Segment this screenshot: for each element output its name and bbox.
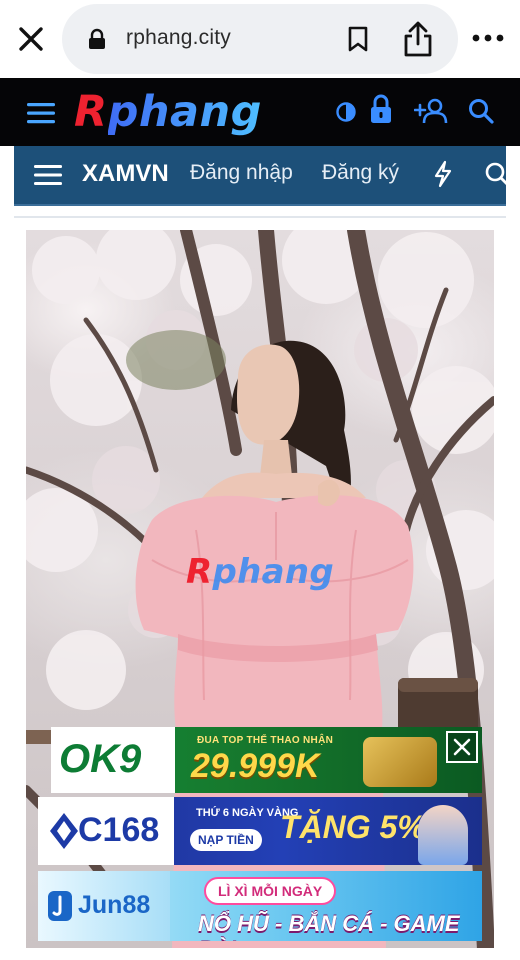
- padlock-icon[interactable]: [370, 94, 392, 124]
- ad-model-graphic: [418, 805, 468, 865]
- menu-icon[interactable]: [27, 101, 55, 125]
- lock-icon: [89, 28, 105, 49]
- ad-close-button[interactable]: [446, 731, 478, 763]
- ad-headline: NỔ HŨ - BẮN CÁ - GAME BÀI: [198, 911, 460, 941]
- bookmark-icon[interactable]: [346, 26, 370, 52]
- ad-brand: Jun88: [78, 891, 151, 919]
- add-user-icon[interactable]: [414, 98, 448, 124]
- logo-text: phang: [107, 87, 262, 137]
- diamond-icon: [50, 813, 78, 849]
- brand-mark-icon: [48, 891, 72, 921]
- search-icon[interactable]: [468, 98, 494, 124]
- page-bottom-edge: [0, 948, 520, 960]
- register-link[interactable]: Đăng ký: [322, 161, 399, 185]
- ad-headline: TẶNG 5%: [280, 809, 426, 845]
- theme-toggle-icon[interactable]: [336, 102, 356, 122]
- ad-banner-ok9[interactable]: OK9 ĐUA TOP THỂ THAO NHẬN 29.999K: [51, 727, 482, 793]
- site-logo[interactable]: Rphang: [74, 84, 262, 140]
- ad-deposit-button[interactable]: NẠP TIỀN: [190, 829, 262, 851]
- forum-brand-link[interactable]: XAMVN: [82, 160, 169, 188]
- address-bar[interactable]: rphang.city: [62, 4, 458, 74]
- url-text: rphang.city: [126, 26, 231, 49]
- divider: [14, 216, 506, 218]
- ad-banner-c168[interactable]: C168 THỨ 6 NGÀY VÀNG NẠP TIỀN TẶNG 5%: [38, 797, 482, 865]
- ad-amount: 29.999K: [191, 747, 320, 785]
- ad-logo: C168: [38, 797, 174, 865]
- trophy-graphic: [363, 737, 437, 787]
- ad-tagline: LÌ XÌ MỖI NGÀY: [204, 877, 337, 905]
- watermark-text: phang: [212, 552, 335, 592]
- login-link[interactable]: Đăng nhập: [190, 161, 293, 185]
- ad-brand: OK9: [59, 737, 142, 781]
- forum-nav-bar: XAMVN Đăng nhập Đăng ký: [14, 146, 508, 206]
- search-icon[interactable]: [484, 161, 508, 189]
- ad-tagline: ĐUA TOP THỂ THAO NHẬN: [197, 735, 334, 746]
- watermark-letter: R: [186, 552, 213, 592]
- ad-brand: C168: [78, 811, 160, 849]
- ad-logo: Jun88: [38, 871, 170, 941]
- photo-watermark: Rphang: [186, 552, 334, 592]
- share-icon[interactable]: [402, 20, 434, 58]
- more-icon[interactable]: [470, 28, 506, 48]
- ad-logo: OK9: [51, 727, 175, 793]
- close-icon[interactable]: [14, 22, 48, 56]
- site-header: Rphang: [0, 78, 520, 146]
- close-icon: [453, 738, 471, 756]
- menu-icon[interactable]: [34, 163, 62, 187]
- browser-toolbar: rphang.city: [0, 0, 520, 78]
- logo-letter: R: [74, 87, 108, 137]
- bolt-icon[interactable]: [432, 160, 454, 188]
- ad-banner-jun88[interactable]: Jun88 LÌ XÌ MỖI NGÀY NỔ HŨ - BẮN CÁ - GA…: [38, 871, 482, 941]
